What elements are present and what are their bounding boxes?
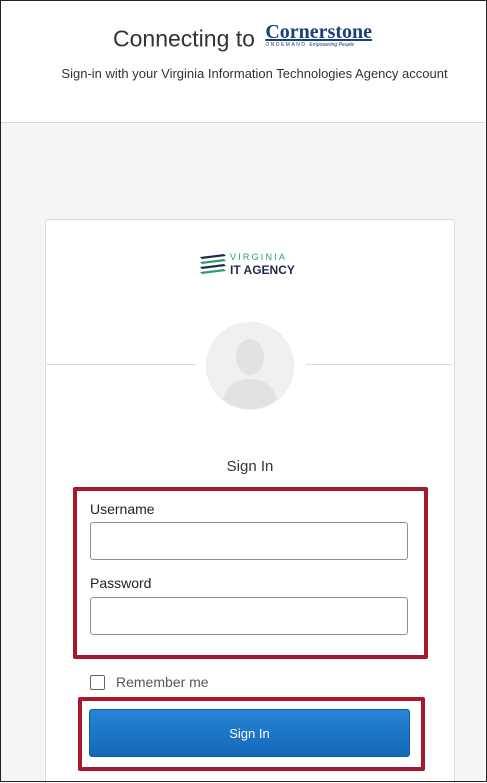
signin-description: Sign-in with your Virginia Information T… — [61, 66, 448, 81]
virginia-it-agency-logo: VIRGINIA IT AGENCY — [200, 252, 306, 288]
cornerstone-logo: Cornerstone ONDEMAND Empowering People — [265, 22, 372, 48]
username-label: Username — [90, 501, 155, 517]
vita-mark-icon — [200, 254, 226, 274]
logo-line2: IT AGENCY — [230, 263, 295, 277]
connecting-line: Connecting to Cornerstone ONDEMAND Empow… — [0, 22, 485, 52]
form-title: Sign In — [226, 458, 274, 475]
connection-header: Connecting to Cornerstone ONDEMAND Empow… — [0, 0, 485, 123]
remember-me-label[interactable]: Remember me — [116, 674, 209, 690]
brand-sub-text: ONDEMAND — [265, 41, 307, 48]
person-silhouette-icon — [221, 339, 279, 409]
divider-left — [46, 364, 196, 365]
password-label: Password — [90, 575, 152, 591]
remember-me-checkbox[interactable] — [90, 675, 105, 690]
brand-tagline: Empowering People — [309, 41, 355, 48]
divider-right — [306, 364, 452, 365]
password-input[interactable] — [90, 597, 408, 635]
brand-name: Cornerstone — [265, 20, 372, 43]
user-avatar-icon — [206, 322, 294, 410]
username-input[interactable] — [90, 522, 408, 560]
sign-in-button[interactable]: Sign In — [89, 709, 410, 757]
connecting-text: Connecting to — [113, 25, 255, 52]
logo-line1: VIRGINIA — [230, 252, 288, 262]
